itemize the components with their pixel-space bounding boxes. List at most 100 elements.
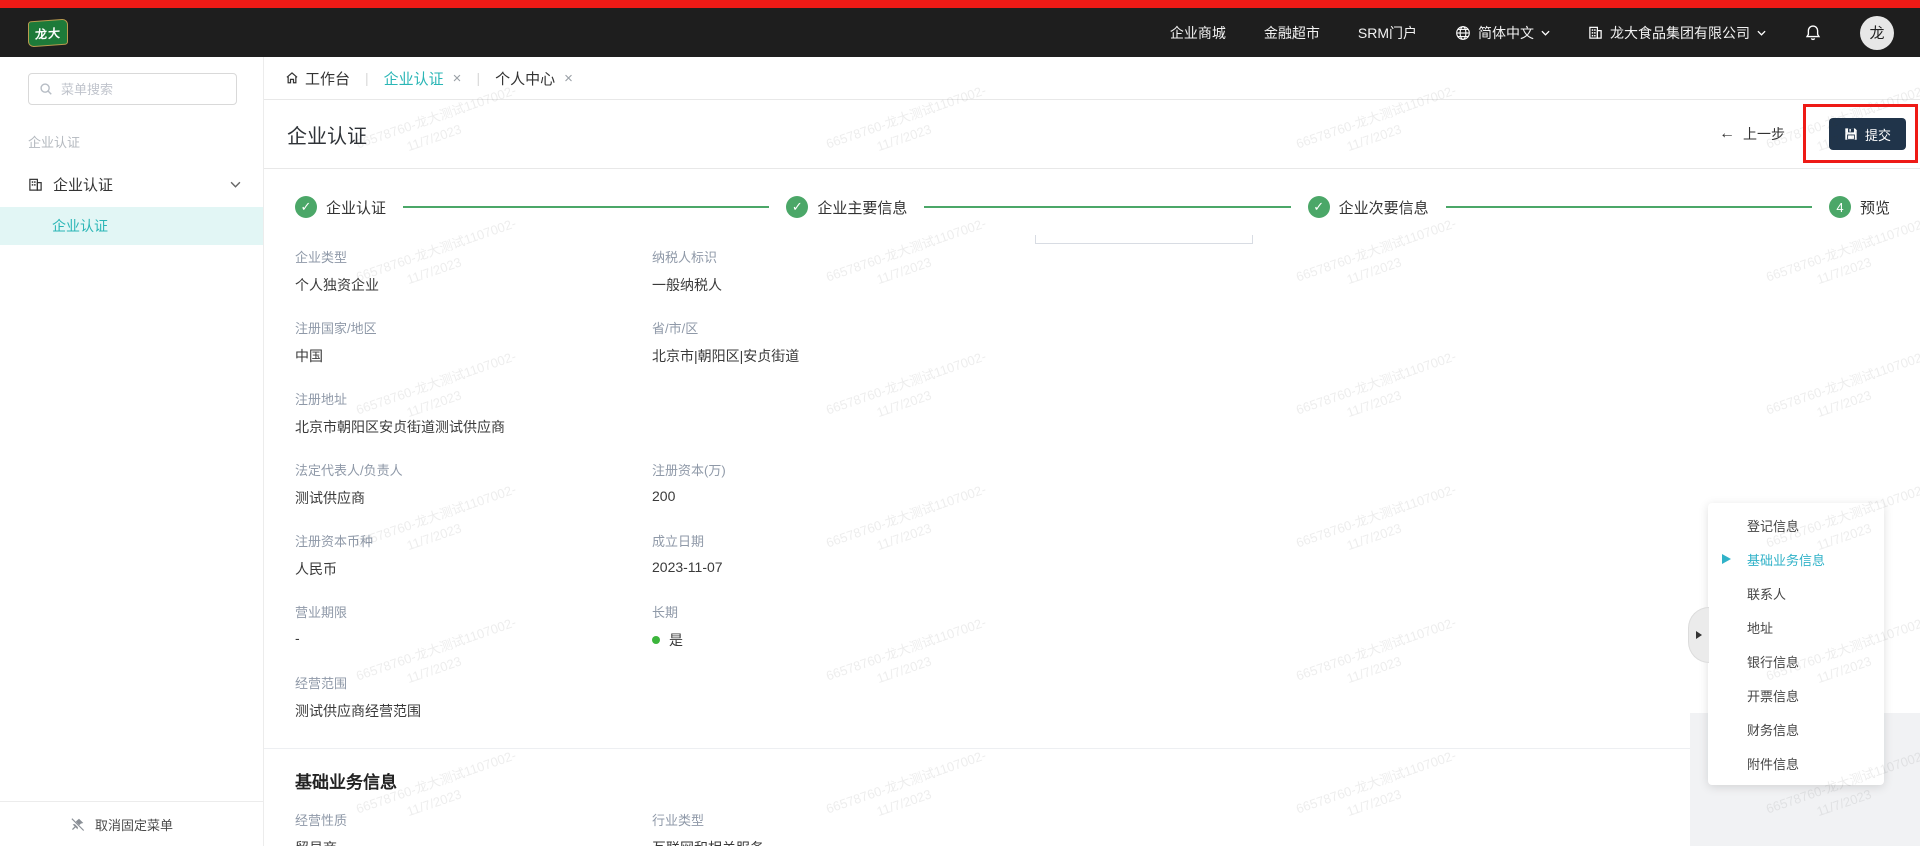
close-icon[interactable]: × — [453, 70, 462, 87]
company-name: 龙大食品集团有限公司 — [1610, 23, 1750, 43]
sidebar-subitem-enterprise-cert[interactable]: 企业认证 — [0, 207, 263, 245]
notification-bell-icon[interactable] — [1804, 24, 1822, 42]
form-field: 省/市/区 北京市|朝阳区|安贞街道 — [652, 318, 1172, 366]
step-label: 企业主要信息 — [817, 197, 907, 218]
user-avatar[interactable]: 龙 — [1860, 16, 1894, 50]
sidebar-item-enterprise-cert[interactable]: 企业认证 — [0, 165, 263, 204]
navbar-link[interactable]: SRM门户 — [1358, 23, 1417, 43]
field-value: 中国 — [295, 346, 652, 366]
field-label: 企业类型 — [295, 247, 652, 266]
anchor-label: 登记信息 — [1747, 516, 1799, 535]
sidebar-section-label: 企业认证 — [28, 132, 263, 151]
navbar-link[interactable]: 企业商城 — [1170, 23, 1226, 43]
field-label: 注册地址 — [295, 389, 1172, 408]
tab[interactable]: 企业认证 × — [384, 68, 462, 89]
anchor-label: 财务信息 — [1747, 720, 1799, 739]
sidebar-item-label: 企业认证 — [53, 174, 113, 195]
stepper-step: 4 预览 — [1829, 196, 1890, 218]
building-icon — [28, 177, 43, 192]
anchor-label: 地址 — [1747, 618, 1773, 637]
step-circle: ✓ — [786, 196, 808, 218]
anchor-nav-item[interactable]: 联系人 — [1708, 576, 1884, 610]
company-selector[interactable]: 龙大食品集团有限公司 — [1588, 23, 1766, 43]
field-value: 一般纳税人 — [652, 275, 1172, 295]
field-value: 是 — [652, 630, 1172, 650]
anchor-nav-panel: 登记信息 基础业务信息 联系人 地址 银行信息 开票信息 财务信息 附件信息 — [1708, 503, 1884, 785]
form-field: 注册地址 北京市朝阳区安贞街道测试供应商 — [295, 389, 1172, 437]
previous-step-button[interactable]: ← 上一步 — [1719, 124, 1785, 144]
step-circle: ✓ — [1308, 196, 1330, 218]
chevron-down-icon — [1541, 30, 1550, 36]
tab-label: 企业认证 — [384, 68, 444, 89]
chevron-down-icon — [230, 181, 241, 188]
field-value: 贸易商 — [295, 838, 652, 846]
arrow-left-icon: ← — [1719, 125, 1735, 143]
input-box-fragment — [1035, 235, 1253, 244]
unpin-menu-button[interactable]: 取消固定菜单 — [0, 801, 263, 846]
field-label: 行业类型 — [652, 810, 1172, 829]
registration-info-fields: 企业类型 个人独资企业 纳税人标识 一般纳税人 注册国家/地区 中国 省/市/区… — [295, 247, 1920, 744]
field-label: 注册国家/地区 — [295, 318, 652, 337]
search-input[interactable] — [61, 82, 226, 97]
field-label: 成立日期 — [652, 531, 1172, 550]
field-value: 互联网和相关服务 — [652, 838, 1172, 846]
navbar-link[interactable]: 金融超市 — [1264, 23, 1320, 43]
anchor-label: 附件信息 — [1747, 754, 1799, 773]
anchor-nav-item[interactable]: 财务信息 — [1708, 712, 1884, 746]
step-circle: 4 — [1829, 196, 1851, 218]
home-icon — [285, 71, 299, 85]
form-field: 营业期限 - — [295, 602, 652, 650]
field-label: 纳税人标识 — [652, 247, 1172, 266]
field-value: 人民币 — [295, 559, 652, 579]
step-label: 企业次要信息 — [1339, 197, 1429, 218]
search-icon — [39, 82, 53, 96]
brand-logo: 龙大 — [28, 18, 68, 47]
previous-step-label: 上一步 — [1743, 124, 1785, 144]
step-connector — [1446, 206, 1812, 208]
field-value: 测试供应商 — [295, 488, 652, 508]
tab-label: 工作台 — [305, 68, 350, 89]
globe-icon — [1455, 25, 1471, 41]
field-value: 测试供应商经营范围 — [295, 701, 1172, 721]
navbar-links: 企业商城 金融超市 SRM门户 — [1170, 23, 1417, 43]
field-label: 省/市/区 — [652, 318, 1172, 337]
anchor-nav-item[interactable]: 基础业务信息 — [1708, 542, 1884, 576]
submit-label: 提交 — [1865, 125, 1891, 144]
chevron-down-icon — [1757, 30, 1766, 36]
form-field: 企业类型 个人独资企业 — [295, 247, 652, 295]
form-field: 注册国家/地区 中国 — [295, 318, 652, 366]
header-actions: ← 上一步 提交 — [1719, 118, 1920, 150]
stepper-step: ✓ 企业认证 — [295, 196, 386, 218]
page-title: 企业认证 — [287, 120, 367, 149]
anchor-nav-item[interactable]: 附件信息 — [1708, 746, 1884, 780]
step-connector — [924, 206, 1290, 208]
form-field: 注册资本(万) 200 — [652, 460, 1172, 508]
anchor-nav-item[interactable]: 地址 — [1708, 610, 1884, 644]
tab[interactable]: 工作台 — [285, 68, 350, 89]
anchor-nav-item[interactable]: 登记信息 — [1708, 508, 1884, 542]
form-field: 成立日期 2023-11-07 — [652, 531, 1172, 579]
menu-search[interactable] — [28, 73, 237, 105]
form-field: 纳税人标识 一般纳税人 — [652, 247, 1172, 295]
status-dot — [652, 636, 660, 644]
close-icon[interactable]: × — [564, 70, 573, 87]
language-selector[interactable]: 简体中文 — [1455, 23, 1550, 43]
submit-button[interactable]: 提交 — [1829, 118, 1906, 150]
field-value: 200 — [652, 488, 1172, 504]
section-title: 基础业务信息 — [295, 768, 1920, 793]
field-label: 注册资本币种 — [295, 531, 652, 550]
navbar-right: 企业商城 金融超市 SRM门户 简体中文 龙大食品集团有限公司 龙 — [1170, 16, 1894, 50]
tab-label: 个人中心 — [495, 68, 555, 89]
tab-bar: 工作台 | 企业认证 × | 个人中心 × — [264, 57, 1920, 100]
field-value: - — [295, 630, 652, 646]
anchor-nav-item[interactable]: 开票信息 — [1708, 678, 1884, 712]
form-field: 注册资本币种 人民币 — [295, 531, 652, 579]
tab-separator: | — [365, 70, 369, 86]
tab[interactable]: 个人中心 × — [495, 68, 573, 89]
field-label: 经营性质 — [295, 810, 652, 829]
anchor-nav-item[interactable]: 银行信息 — [1708, 644, 1884, 678]
field-label: 经营范围 — [295, 673, 1172, 692]
anchor-label: 基础业务信息 — [1747, 550, 1825, 569]
form-field: 行业类型 互联网和相关服务 — [652, 810, 1172, 846]
pin-off-icon — [70, 817, 85, 832]
